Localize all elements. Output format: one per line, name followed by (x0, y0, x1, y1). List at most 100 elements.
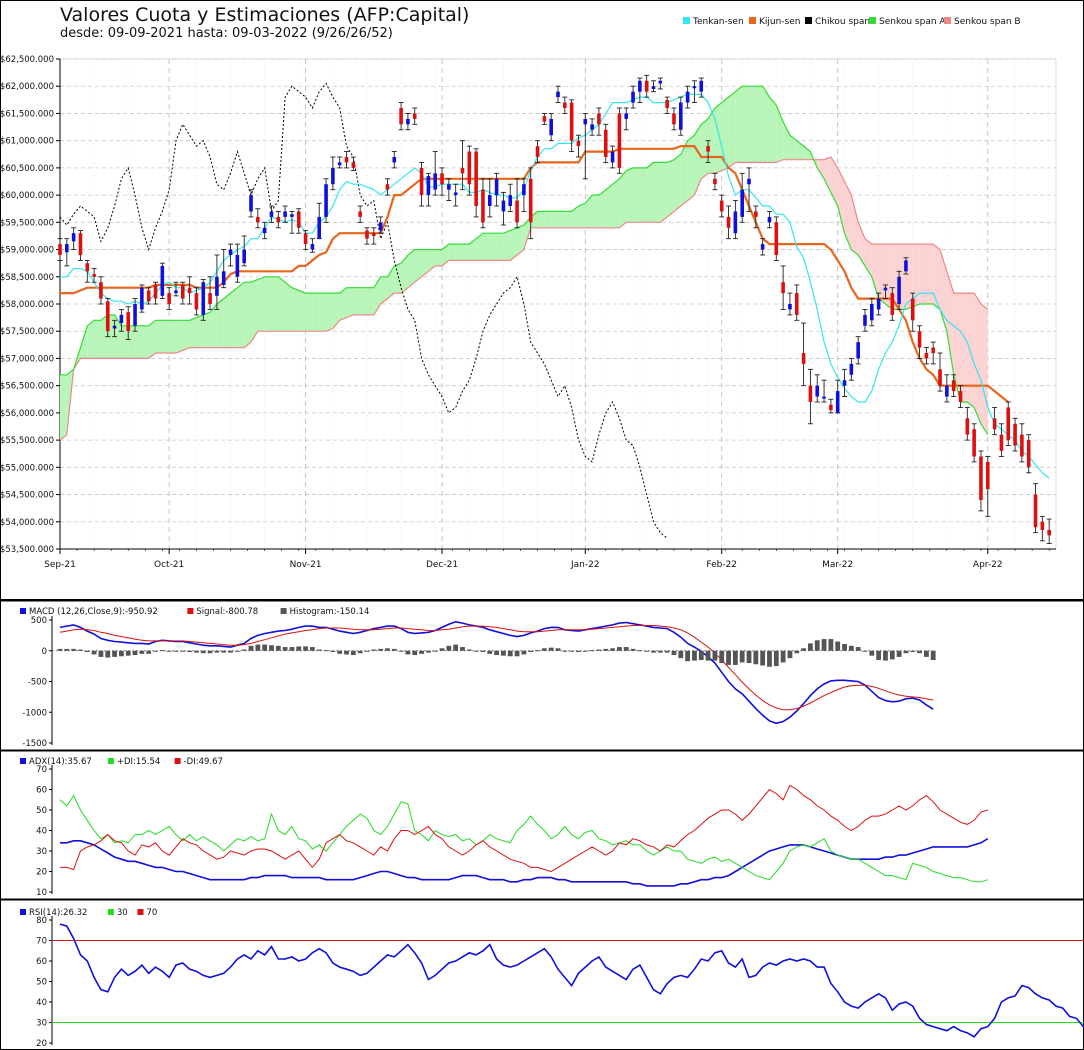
y-tick-label: 70 (36, 765, 47, 775)
cloud-segment (551, 211, 558, 228)
candle-body (351, 162, 356, 168)
cloud-segment (980, 304, 988, 435)
histogram-bar (112, 650, 117, 657)
histogram-bar (773, 650, 779, 667)
y-tick-label: $55,000.000 (0, 463, 54, 473)
cloud-segment (216, 298, 224, 348)
candle-body (522, 184, 526, 196)
candle-body (412, 113, 417, 119)
candle-body (474, 151, 478, 206)
y-tick-label: $61,000.000 (0, 137, 54, 147)
histogram-bar (316, 649, 322, 651)
cloud-segment (237, 282, 245, 348)
histogram-bar (548, 647, 554, 651)
candle-body (563, 102, 567, 108)
candle-body (774, 222, 779, 255)
cloud-segment (182, 320, 190, 351)
histogram-bar (412, 650, 418, 656)
cloud-segment (407, 249, 415, 288)
cloud-segment (598, 189, 606, 228)
y-tick-label: $56,000.000 (0, 409, 54, 419)
candle-body (788, 304, 792, 310)
y-tick-label: $58,500.000 (0, 273, 54, 283)
histogram-bar (535, 650, 540, 652)
histogram-bar (835, 641, 841, 651)
legend-label: Signal:-800.78 (196, 607, 258, 617)
cloud-segment (646, 162, 654, 223)
histogram-bar (200, 650, 206, 654)
histogram-bar (678, 650, 684, 659)
histogram-bar (255, 644, 261, 651)
cloud-segment (578, 203, 586, 228)
histogram-bar (64, 648, 70, 651)
histogram-bar (425, 650, 431, 653)
y-tick-label: 60 (36, 786, 47, 796)
candle-body (883, 287, 888, 291)
candle-body (897, 276, 901, 304)
histogram-bar (603, 648, 609, 651)
y-tick-label: $53,500.000 (0, 545, 54, 555)
candle-body (317, 216, 322, 239)
candle-body (160, 265, 165, 296)
candle-body (467, 151, 472, 185)
histogram-bar (760, 650, 766, 666)
legend-swatch (280, 608, 287, 614)
histogram-bar (808, 643, 813, 651)
candle-body (174, 290, 178, 294)
cloud-segment (155, 320, 163, 353)
candle-body (344, 157, 349, 163)
y-tick-label: 0 (42, 647, 47, 657)
histogram-bar (296, 646, 302, 651)
legend-swatch (683, 17, 690, 24)
histogram-bar (923, 650, 929, 657)
candle-body (215, 276, 219, 296)
candle-body (931, 347, 936, 353)
candle-body (453, 192, 458, 196)
histogram-bar (896, 650, 902, 657)
cloud-segment (169, 320, 176, 353)
candle-body (78, 233, 83, 255)
candle-body (617, 113, 622, 168)
cloud-segment (619, 170, 627, 228)
cloud-segment (728, 91, 736, 168)
histogram-bar (664, 650, 670, 653)
cloud-segment (612, 178, 620, 228)
histogram-bar (453, 644, 459, 651)
candle-body (822, 396, 826, 399)
cloud-segment (244, 282, 252, 348)
candle-body (794, 293, 799, 315)
cloud-segment (639, 167, 647, 223)
candle-body (85, 263, 90, 272)
histogram-bar (269, 645, 274, 651)
candle-body (392, 157, 397, 163)
histogram-bar (855, 647, 861, 651)
legend-swatch (749, 17, 756, 24)
histogram-bar (262, 644, 268, 651)
candle-body (324, 184, 328, 217)
candle-body (508, 195, 513, 206)
cloud-segment (223, 293, 231, 348)
candle-body (972, 429, 976, 457)
candle-body (92, 274, 96, 277)
y-tick-label: 70 (36, 937, 47, 947)
histogram-bar (814, 640, 820, 651)
cloud-segment (714, 102, 722, 174)
histogram-bar (385, 648, 390, 651)
candle-body (372, 233, 376, 236)
histogram-bar (780, 650, 786, 663)
histogram-bar (466, 649, 472, 651)
histogram-bar (569, 650, 575, 652)
cloud-segment (60, 374, 67, 441)
y-tick-label: 60 (36, 957, 47, 967)
candle-body (706, 146, 710, 152)
candle-body (719, 200, 724, 212)
candle-body (1006, 407, 1011, 441)
candle-body (494, 178, 499, 196)
histogram-bar (576, 650, 581, 652)
cloud-segment (312, 293, 320, 332)
candle-body (501, 200, 506, 212)
histogram-bar (78, 649, 83, 651)
histogram-bar (241, 649, 247, 651)
cloud-segment (162, 320, 170, 353)
cloud-segment (148, 320, 156, 359)
